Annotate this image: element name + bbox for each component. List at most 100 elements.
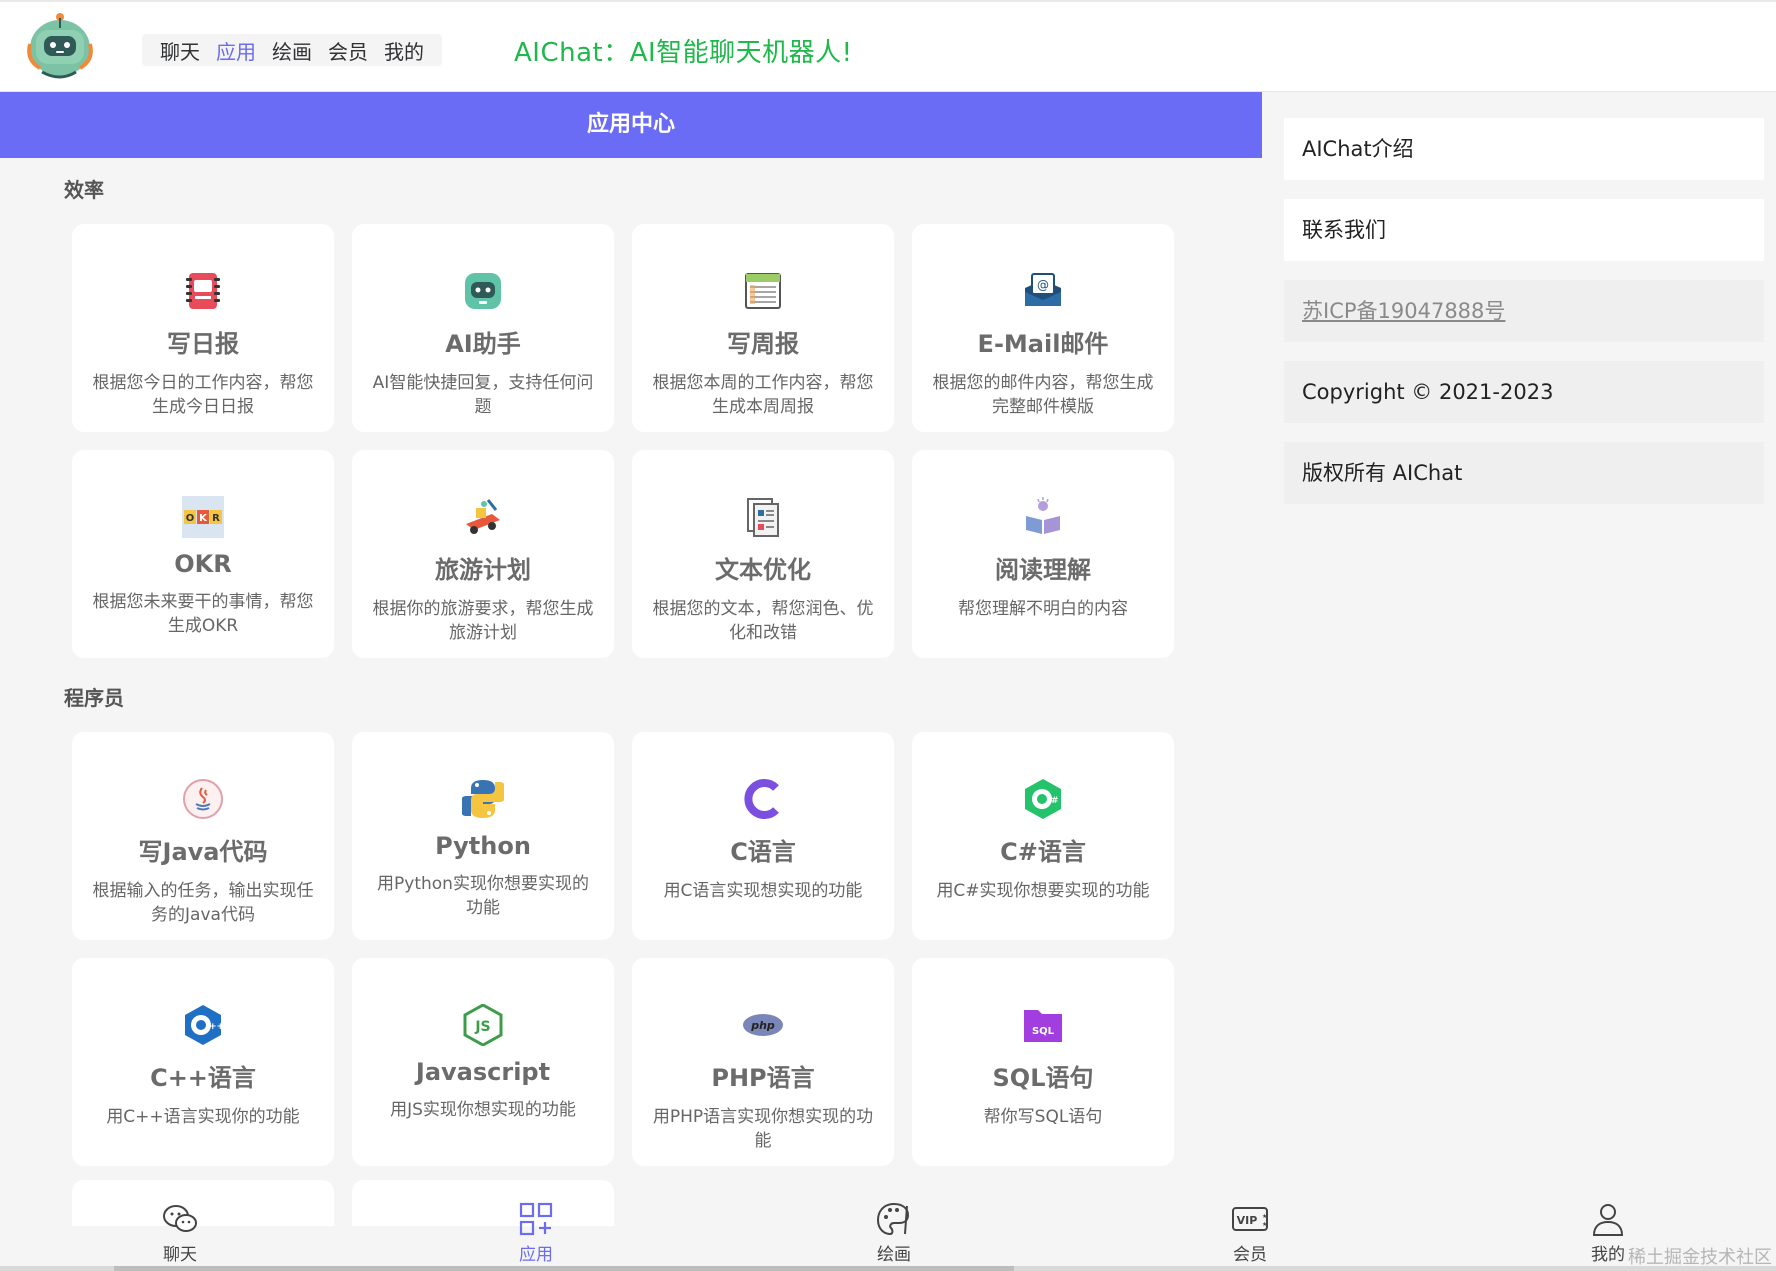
apps-grid-icon bbox=[519, 1202, 553, 1236]
app-card-travel-plan[interactable]: 旅游计划 根据你的旅游要求，帮您生成旅游计划 bbox=[352, 450, 614, 658]
svg-text:#: # bbox=[1051, 796, 1059, 806]
app-card-weekly-report[interactable]: 写周报 根据您本周的工作内容，帮您生成本周周报 bbox=[632, 224, 894, 432]
app-center-main: 应用中心 效率 写日报 根据您今日的工作内容，帮您生成今日日报 AI助手 AI智… bbox=[0, 92, 1262, 1226]
vip-icon: VIP ★★ bbox=[1232, 1207, 1268, 1231]
card-title: 写Java代码 bbox=[138, 838, 268, 866]
document-icon bbox=[742, 496, 784, 538]
card-title: C#语言 bbox=[1000, 838, 1086, 866]
tab-label: 会员 bbox=[1233, 1245, 1267, 1265]
card-description: 用JS实现你想实现的功能 bbox=[390, 1100, 576, 1120]
nav-item-vip[interactable]: 会员 bbox=[328, 36, 368, 65]
tab-label: 应用 bbox=[519, 1245, 553, 1265]
weekly-calendar-icon bbox=[742, 270, 784, 312]
sidebar-item-about[interactable]: AIChat介绍 bbox=[1284, 118, 1764, 180]
tab-vip[interactable]: VIP ★ ★ 会员 bbox=[1210, 1200, 1290, 1265]
svg-text:@: @ bbox=[1037, 278, 1049, 292]
travel-icon bbox=[462, 496, 504, 538]
app-card-sql[interactable]: SQL SQL语句 帮你写SQL语句 bbox=[912, 958, 1174, 1166]
tab-label: 绘画 bbox=[877, 1245, 911, 1265]
card-description: 根据您的文本，帮您润色、优化和改错 bbox=[652, 599, 874, 643]
tab-apps[interactable]: 应用 bbox=[496, 1200, 576, 1265]
nav-item-chat[interactable]: 聊天 bbox=[160, 36, 200, 65]
bottom-tab-bar: 聊天 应用 绘画 VIP ★ ★ 会员 我的 bbox=[0, 1192, 1776, 1271]
card-title: 写日报 bbox=[167, 330, 239, 358]
app-card-daily-report[interactable]: 写日报 根据您今日的工作内容，帮您生成今日日报 bbox=[72, 224, 334, 432]
app-card-java[interactable]: 写Java代码 根据输入的任务，输出实现任务的Java代码 bbox=[72, 732, 334, 940]
tab-draw[interactable]: 绘画 bbox=[854, 1200, 934, 1265]
card-description: 根据你的旅游要求，帮您生成旅游计划 bbox=[372, 599, 594, 643]
email-icon: @ bbox=[1022, 270, 1064, 312]
tab-chat[interactable]: 聊天 bbox=[140, 1200, 220, 1265]
card-title: 旅游计划 bbox=[435, 556, 531, 584]
card-title: E-Mail邮件 bbox=[977, 330, 1109, 358]
card-title: Javascript bbox=[415, 1058, 551, 1086]
card-title: PHP语言 bbox=[711, 1064, 815, 1092]
svg-text:O: O bbox=[186, 513, 195, 524]
programmer-card-grid: 写Java代码 根据输入的任务，输出实现任务的Java代码 Python 用Py… bbox=[72, 732, 1192, 1166]
card-title: AI助手 bbox=[445, 330, 521, 358]
svg-text:★: ★ bbox=[1262, 1213, 1267, 1220]
card-description: AI智能快捷回复，支持任何问题 bbox=[372, 373, 594, 417]
robot-icon bbox=[462, 270, 504, 312]
card-description: 根据输入的任务，输出实现任务的Java代码 bbox=[92, 881, 314, 925]
app-card-text-optimize[interactable]: 文本优化 根据您的文本，帮您润色、优化和改错 bbox=[632, 450, 894, 658]
svg-text:SQL: SQL bbox=[1032, 1026, 1055, 1037]
tab-label: 聊天 bbox=[163, 1245, 197, 1265]
sql-icon: SQL bbox=[1022, 1004, 1064, 1046]
card-description: 根据您未来要干的事情，帮您生成OKR bbox=[92, 592, 314, 636]
csharp-icon: # bbox=[1022, 778, 1064, 820]
app-card-python[interactable]: Python 用Python实现你想要实现的功能 bbox=[352, 732, 614, 940]
reading-icon bbox=[1022, 496, 1064, 538]
section-title-efficiency: 效率 bbox=[64, 178, 104, 202]
svg-text:R: R bbox=[212, 513, 220, 524]
app-card-c[interactable]: C语言 用C语言实现想实现的功能 bbox=[632, 732, 894, 940]
app-card-ai-assistant[interactable]: AI助手 AI智能快捷回复，支持任何问题 bbox=[352, 224, 614, 432]
card-description: 帮你写SQL语句 bbox=[983, 1107, 1103, 1127]
notebook-icon bbox=[182, 270, 224, 312]
card-title: Python bbox=[435, 832, 531, 860]
card-title: SQL语句 bbox=[992, 1064, 1094, 1092]
card-description: 根据您今日的工作内容，帮您生成今日日报 bbox=[92, 373, 314, 417]
card-description: 根据您本周的工作内容，帮您生成本周周报 bbox=[652, 373, 874, 417]
nav-item-draw[interactable]: 绘画 bbox=[272, 36, 312, 65]
card-description: 根据您的邮件内容，帮您生成完整邮件模版 bbox=[932, 373, 1154, 417]
python-icon bbox=[462, 778, 504, 820]
card-title: 阅读理解 bbox=[995, 556, 1091, 584]
app-card-cpp[interactable]: ++ C++语言 用C++语言实现你的功能 bbox=[72, 958, 334, 1166]
sidebar-item-contact[interactable]: 联系我们 bbox=[1284, 199, 1764, 261]
svg-text:JS: JS bbox=[474, 1019, 490, 1035]
app-card-javascript[interactable]: JS Javascript 用JS实现你想实现的功能 bbox=[352, 958, 614, 1166]
top-nav: 聊天 应用 绘画 会员 我的 bbox=[142, 34, 442, 66]
java-icon bbox=[182, 778, 224, 820]
card-title: 文本优化 bbox=[715, 556, 811, 584]
c-language-icon bbox=[742, 778, 784, 820]
card-description: 用C语言实现想实现的功能 bbox=[663, 881, 863, 901]
scrollbar-thumb[interactable] bbox=[114, 1266, 1014, 1271]
app-card-php[interactable]: php PHP语言 用PHP语言实现你想实现的功能 bbox=[632, 958, 894, 1166]
php-icon: php bbox=[742, 1004, 784, 1046]
cpp-icon: ++ bbox=[182, 1004, 224, 1046]
sidebar-rights: 版权所有 AIChat bbox=[1284, 442, 1764, 504]
app-card-reading[interactable]: 阅读理解 帮您理解不明白的内容 bbox=[912, 450, 1174, 658]
app-card-email[interactable]: @ E-Mail邮件 根据您的邮件内容，帮您生成完整邮件模版 bbox=[912, 224, 1174, 432]
svg-text:++: ++ bbox=[209, 1022, 224, 1032]
card-description: 用Python实现你想要实现的功能 bbox=[377, 874, 589, 918]
wechat-icon bbox=[163, 1205, 197, 1232]
card-title: 写周报 bbox=[727, 330, 799, 358]
sidebar-icp-link[interactable]: 苏ICP备19047888号 bbox=[1284, 280, 1764, 342]
nav-item-mine[interactable]: 我的 bbox=[384, 36, 424, 65]
svg-text:VIP: VIP bbox=[1237, 1214, 1258, 1227]
card-description: 用C++语言实现你的功能 bbox=[106, 1107, 300, 1127]
card-title: C++语言 bbox=[150, 1064, 256, 1092]
user-icon bbox=[1592, 1204, 1624, 1236]
app-card-csharp[interactable]: # C#语言 用C#实现你想要实现的功能 bbox=[912, 732, 1174, 940]
nav-item-apps[interactable]: 应用 bbox=[216, 36, 256, 65]
sidebar-copyright: Copyright © 2021-2023 bbox=[1284, 361, 1764, 423]
card-title: C语言 bbox=[730, 838, 796, 866]
card-description: 用PHP语言实现你想实现的功能 bbox=[652, 1107, 874, 1151]
robot-logo-icon[interactable] bbox=[22, 10, 98, 84]
card-description: 用C#实现你想要实现的功能 bbox=[936, 881, 1150, 901]
svg-text:K: K bbox=[199, 513, 208, 524]
app-card-okr[interactable]: OKR OKR 根据您未来要干的事情，帮您生成OKR bbox=[72, 450, 334, 658]
card-description: 帮您理解不明白的内容 bbox=[958, 599, 1128, 619]
